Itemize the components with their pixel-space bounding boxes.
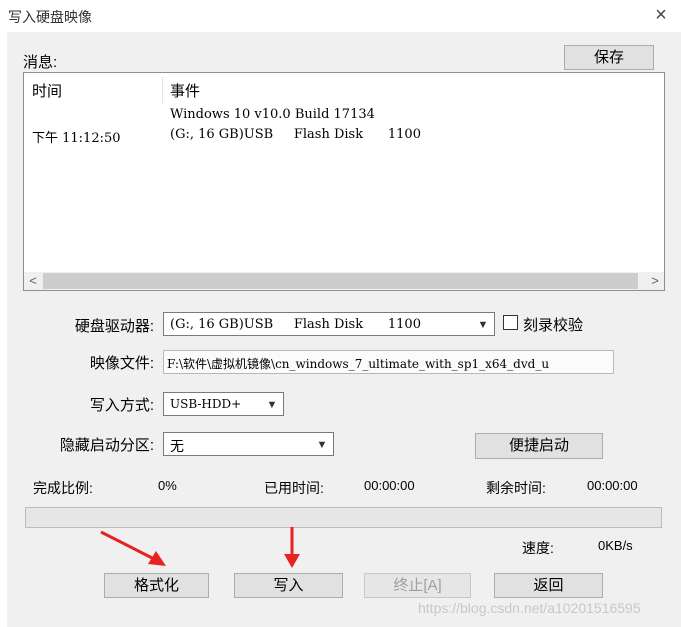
drive-select-value: (G:, 16 GB)USB Flash Disk 1100 [170, 317, 421, 332]
log-row-event: Windows 10 v10.0 Build 17134 [170, 107, 375, 122]
image-file-path: F:\软件\虚拟机镜像\cn_windows_7_ultimate_with_s… [167, 357, 550, 371]
speed-value: 0KB/s [598, 538, 633, 553]
chevron-down-icon: ▼ [477, 319, 489, 331]
watermark: https://blog.csdn.net/a10201516595 [418, 600, 641, 616]
chevron-down-icon: ▼ [266, 399, 278, 411]
verify-checkbox[interactable] [503, 315, 518, 330]
format-button[interactable]: 格式化 [104, 573, 209, 598]
window-title: 写入硬盘映像 [8, 9, 92, 25]
back-button[interactable]: 返回 [494, 573, 603, 598]
image-file-label: 映像文件: [89, 355, 154, 372]
column-header-event[interactable]: 事件 [170, 80, 200, 101]
message-log: 时间 事件 Windows 10 v10.0 Build 17134 下午 11… [23, 72, 665, 291]
hidden-partition-select[interactable]: 无 ▼ [163, 432, 334, 456]
log-row-time: 下午 11:12:50 [32, 131, 121, 146]
elapsed-value: 00:00:00 [364, 478, 415, 493]
hidden-partition-label: 隐藏启动分区: [59, 437, 154, 454]
title-bar: 写入硬盘映像 × [0, 0, 681, 32]
close-icon[interactable]: × [650, 3, 672, 27]
hidden-partition-value: 无 [170, 438, 184, 454]
drive-label: 硬盘驱动器: [74, 318, 154, 335]
write-mode-value: USB-HDD+ [170, 397, 242, 411]
quick-boot-button[interactable]: 便捷启动 [475, 433, 603, 459]
speed-label: 速度: [522, 540, 554, 556]
scrollbar-thumb[interactable] [43, 273, 638, 289]
column-divider[interactable] [162, 77, 163, 103]
drive-select[interactable]: (G:, 16 GB)USB Flash Disk 1100 ▼ [163, 312, 495, 336]
image-file-field[interactable]: F:\软件\虚拟机镜像\cn_windows_7_ultimate_with_s… [163, 350, 614, 374]
write-mode-select[interactable]: USB-HDD+ ▼ [163, 392, 284, 416]
column-header-time[interactable]: 时间 [32, 80, 62, 101]
verify-label[interactable]: 刻录校验 [523, 314, 583, 335]
write-button[interactable]: 写入 [234, 573, 343, 598]
scroll-right-icon[interactable]: > [646, 272, 664, 290]
stop-button[interactable]: 终止[A] [364, 573, 471, 598]
progress-bar [25, 507, 662, 528]
scroll-left-icon[interactable]: < [24, 272, 42, 290]
remaining-label: 剩余时间: [486, 480, 546, 496]
log-row-event: (G:, 16 GB)USB Flash Disk 1100 [170, 127, 421, 142]
chevron-down-icon: ▼ [316, 439, 328, 451]
messages-label: 消息: [23, 54, 58, 71]
remaining-value: 00:00:00 [587, 478, 638, 493]
horizontal-scrollbar[interactable]: < > [24, 272, 664, 290]
completion-value: 0% [158, 478, 177, 493]
save-button[interactable]: 保存 [564, 45, 654, 70]
completion-label: 完成比例: [33, 480, 93, 496]
write-mode-label: 写入方式: [89, 397, 154, 414]
elapsed-label: 已用时间: [264, 480, 324, 496]
